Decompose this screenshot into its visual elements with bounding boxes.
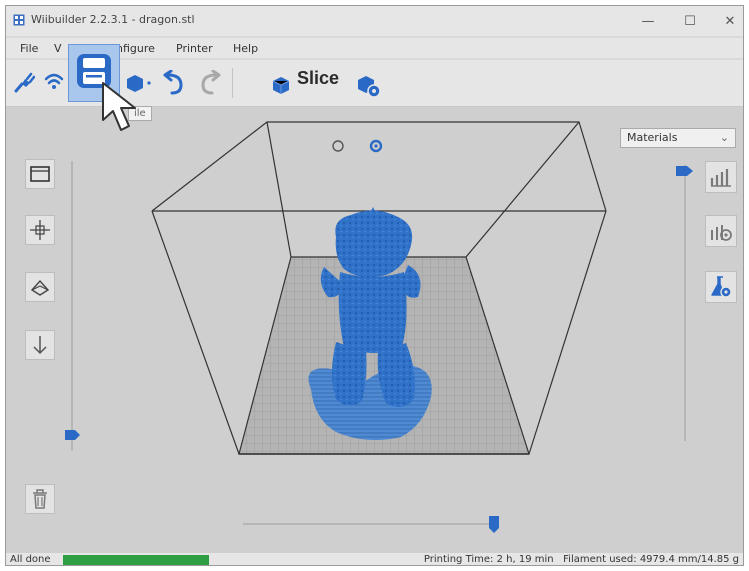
- status-bar: All done Printing Time: 2 h, 19 min Fila…: [6, 553, 743, 565]
- move-button[interactable]: [25, 215, 55, 245]
- progress-bar: [63, 555, 209, 565]
- view-dot-inactive[interactable]: [332, 140, 344, 152]
- window-title: Wiibuilder 2.2.3.1 - dragon.stl: [31, 13, 195, 26]
- menu-printer[interactable]: Printer: [176, 42, 213, 55]
- right-slider-handle[interactable]: [676, 165, 694, 177]
- menu-help[interactable]: Help: [233, 42, 258, 55]
- wifi-icon: [44, 73, 64, 89]
- material-settings-button[interactable]: [705, 271, 737, 303]
- status-text: All done: [10, 554, 51, 565]
- support-button[interactable]: [705, 215, 737, 247]
- view-box-button[interactable]: [25, 159, 55, 189]
- bottom-slider-handle[interactable]: [488, 516, 500, 534]
- menu-file[interactable]: File: [20, 42, 38, 55]
- move-icon: [30, 220, 50, 240]
- chevron-down-icon: ⌄: [719, 131, 729, 144]
- menu-view[interactable]: V: [54, 42, 62, 55]
- cube-icon: [272, 77, 290, 94]
- print-info: Printing Time: 2 h, 19 min Filament used…: [424, 554, 739, 565]
- support-icon: [711, 225, 732, 241]
- maximize-button[interactable]: ☐: [676, 10, 704, 32]
- right-vertical-slider[interactable]: [684, 165, 686, 441]
- build-volume-scene: [151, 121, 607, 455]
- undo-icon: [163, 70, 183, 95]
- delete-button[interactable]: [25, 484, 55, 514]
- close-button[interactable]: ✕: [716, 10, 743, 32]
- connect-button[interactable]: [12, 68, 36, 94]
- toolbar-separator: [232, 68, 233, 98]
- redo-button[interactable]: [196, 69, 226, 97]
- slice-button[interactable]: Slice: [297, 68, 339, 89]
- printing-time-label: Printing Time:: [423, 554, 494, 565]
- layers-icon: [710, 169, 731, 187]
- mouse-cursor-icon: [102, 82, 136, 131]
- drop-to-bed-button[interactable]: [25, 330, 55, 360]
- view-toggle[interactable]: [330, 138, 390, 154]
- drop-to-bed-icon: [33, 336, 47, 355]
- filament-value: 4979.4 mm/14.85 g: [639, 554, 739, 565]
- left-vertical-slider[interactable]: [71, 161, 73, 451]
- minimize-button[interactable]: —: [634, 10, 662, 32]
- cube-gear-icon: [358, 76, 381, 98]
- title-bar: Wiibuilder 2.2.3.1 - dragon.stl — ☐ ✕: [6, 6, 743, 36]
- app-logo-icon: [13, 14, 25, 26]
- undo-button[interactable]: [158, 69, 188, 97]
- redo-icon: [201, 70, 221, 95]
- rotate-button[interactable]: [25, 272, 55, 302]
- wifi-button[interactable]: [42, 68, 66, 94]
- layers-button[interactable]: [705, 161, 737, 193]
- trash-icon: [33, 489, 47, 509]
- bottom-horizontal-slider[interactable]: [243, 523, 497, 525]
- materials-select[interactable]: Materials ⌄: [620, 128, 736, 148]
- rotate-icon: [30, 279, 50, 296]
- slice-settings-button[interactable]: [354, 72, 384, 100]
- filament-label: Filament used:: [563, 554, 637, 565]
- menu-configure[interactable]: nfigure: [116, 42, 155, 55]
- progress-bar-fill: [63, 555, 209, 565]
- slice-cube-button[interactable]: [268, 72, 294, 98]
- plug-icon: [14, 72, 35, 93]
- materials-select-value: Materials: [627, 131, 678, 144]
- flask-icon: [711, 276, 732, 298]
- left-slider-handle[interactable]: [65, 429, 81, 441]
- 3d-viewport[interactable]: [6, 107, 743, 553]
- view-box-icon: [30, 166, 50, 182]
- printing-time-value: 2 h, 19 min: [496, 554, 554, 565]
